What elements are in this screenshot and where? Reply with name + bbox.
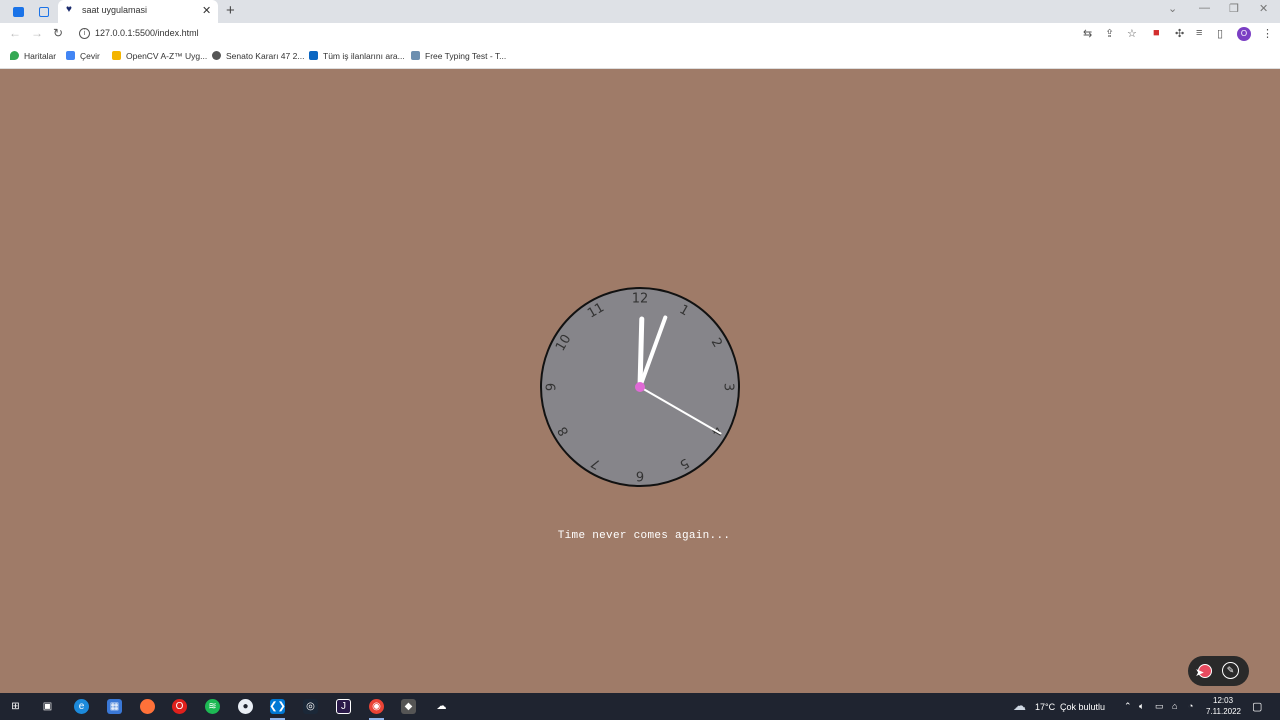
url-field[interactable]: 127.0.0.1:5500/index.html: [95, 28, 199, 38]
globe-icon: [212, 51, 221, 60]
notifications-icon[interactable]: ▢: [1252, 700, 1262, 713]
windows-start-icon[interactable]: ⊞: [8, 699, 23, 714]
weather-cloud-icon: ☁: [1013, 698, 1026, 713]
browser-tab-bar: ♥ saat uygulamasi ✕ + ⌄ — ❐ ✕: [0, 0, 1280, 23]
tab-close-button[interactable]: ✕: [202, 4, 211, 17]
bookmark-linkedin[interactable]: Tüm iş ilanlarını ara...: [309, 51, 405, 61]
site-info-icon[interactable]: i: [79, 28, 90, 39]
store-icon[interactable]: ▦: [107, 699, 122, 714]
taskbar-date[interactable]: 7.11.2022: [1206, 707, 1241, 716]
translate-icon[interactable]: ⇆: [1083, 27, 1092, 40]
clock-center-dot: [635, 382, 645, 392]
opera-icon[interactable]: O: [172, 699, 187, 714]
page-content: 121234567891011 Time never comes again..…: [0, 69, 1280, 693]
edge-icon[interactable]: e: [74, 699, 89, 714]
minimize-icon[interactable]: —: [1199, 2, 1210, 14]
bookmark-senato[interactable]: Senato Kararı 47 2...: [212, 51, 304, 61]
hour-hand: [637, 316, 645, 390]
app-icon[interactable]: ●: [238, 699, 253, 714]
tray-chevron-icon[interactable]: ⌃: [1124, 701, 1132, 712]
wifi-icon[interactable]: ◔: [1188, 701, 1193, 711]
bookmark-star-icon[interactable]: ☆: [1127, 27, 1137, 40]
tab-active[interactable]: ♥ saat uygulamasi ✕: [58, 0, 218, 23]
contacts-icon: [39, 6, 49, 17]
pen-icon[interactable]: ✎: [1222, 662, 1239, 679]
reading-list-icon[interactable]: ≡: [1196, 27, 1202, 39]
restore-icon[interactable]: ❐: [1229, 2, 1239, 15]
weather-temp[interactable]: 17°C: [1035, 702, 1055, 712]
side-panel-icon[interactable]: ▯: [1217, 27, 1223, 40]
mouse-cursor-icon: ➤: [1195, 667, 1205, 679]
typing-test-icon: [411, 51, 420, 60]
address-bar-row: ← → ↻ i 127.0.0.1:5500/index.html ⇆ ⇪ ☆ …: [0, 23, 1280, 45]
tab-title: saat uygulamasi: [82, 5, 148, 15]
profile-avatar[interactable]: O: [1237, 27, 1251, 41]
contacts-icon: [12, 6, 24, 17]
taskbar: ⊞ ▣ e ▦ O ≋ ● ❮❯ ◎ J ◉ ◆ ☁ ☁ 17°C Çok bu…: [0, 693, 1280, 720]
new-tab-button[interactable]: +: [226, 2, 235, 19]
linkedin-icon: [309, 51, 318, 60]
clock-number-6: 6: [636, 468, 644, 483]
share-icon[interactable]: ⇪: [1105, 27, 1114, 40]
drive-icon: [112, 51, 121, 60]
analog-clock: 121234567891011: [540, 287, 740, 487]
menu-kebab-icon[interactable]: ⋮: [1262, 27, 1273, 40]
tab-search-icon[interactable]: ⌄: [1168, 2, 1177, 15]
clock-number-12: 12: [632, 292, 649, 307]
close-window-icon[interactable]: ✕: [1259, 2, 1268, 15]
pinned-tab-1[interactable]: [8, 3, 28, 20]
weather-text[interactable]: Çok bulutlu: [1060, 702, 1105, 712]
pinned-tab-2[interactable]: [34, 3, 54, 20]
task-view-icon[interactable]: ▣: [40, 699, 55, 714]
taskbar-time[interactable]: 12:03: [1213, 696, 1233, 705]
network-icon[interactable]: ⌂: [1172, 701, 1177, 711]
git-icon[interactable]: ◆: [401, 699, 416, 714]
battery-icon[interactable]: ▭: [1155, 701, 1164, 712]
clock-number-9: 9: [545, 383, 560, 391]
spotify-icon[interactable]: ≋: [205, 699, 220, 714]
extension-record-icon[interactable]: ■: [1153, 27, 1160, 39]
cloud-icon[interactable]: ☁: [434, 699, 449, 714]
back-icon[interactable]: ←: [9, 26, 21, 40]
quote-text: Time never comes again...: [557, 530, 731, 542]
bookmark-maps[interactable]: Haritalar: [10, 51, 56, 61]
forward-icon[interactable]: →: [31, 26, 43, 40]
bookmark-typing-test[interactable]: Free Typing Test - T...: [411, 51, 506, 61]
extensions-puzzle-icon[interactable]: ✣: [1175, 27, 1184, 40]
bookmark-opencv[interactable]: OpenCV A-Z™ Uyg...: [112, 51, 207, 61]
chrome-icon[interactable]: ◉: [369, 699, 384, 714]
volume-icon[interactable]: 🔈︎: [1139, 701, 1144, 712]
jetbrains-icon[interactable]: J: [336, 699, 351, 714]
steam-icon[interactable]: ◎: [303, 699, 318, 714]
bookmarks-bar: Haritalar Çevir OpenCV A-Z™ Uyg... Senat…: [0, 45, 1280, 69]
firefox-icon[interactable]: [140, 699, 155, 714]
bookmark-translate[interactable]: Çevir: [66, 51, 100, 61]
maps-pin-icon: [10, 51, 19, 60]
translate-icon: [66, 51, 75, 60]
heart-icon: ♥: [66, 4, 72, 15]
reload-icon[interactable]: ↻: [53, 26, 63, 40]
clock-number-3: 3: [721, 383, 736, 391]
vscode-icon[interactable]: ❮❯: [269, 699, 286, 714]
